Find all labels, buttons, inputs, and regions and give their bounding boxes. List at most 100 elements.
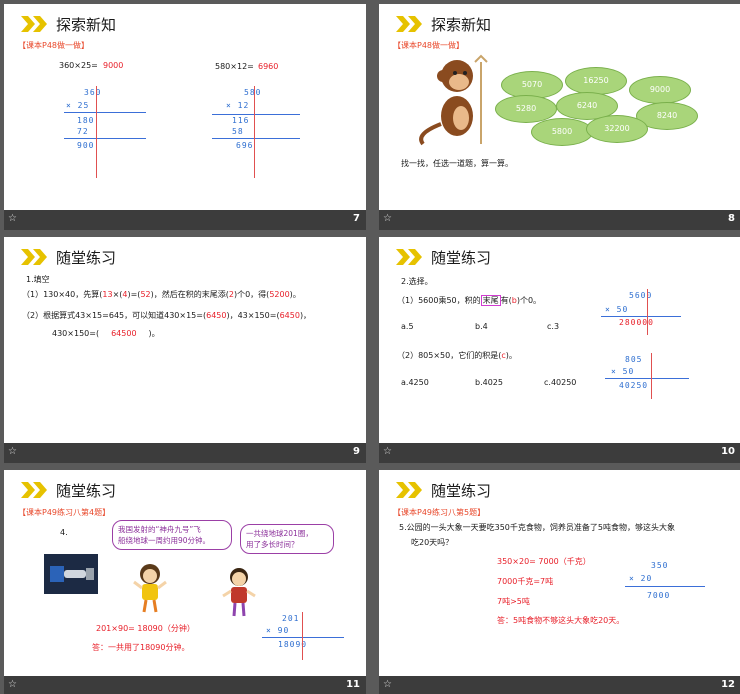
divider — [262, 637, 344, 638]
slide-7[interactable]: 探索新知 【课本P48做一做】 360×25= 9000 360 × 25 18… — [4, 4, 366, 210]
slide-title: 随堂练习 — [431, 482, 492, 500]
slide-footer: ☆ 9 — [4, 443, 366, 463]
problem1-answer: 9000 — [103, 61, 124, 70]
exercise-heading: 1.填空 — [26, 275, 50, 284]
chevron-title-icon — [396, 16, 422, 32]
slide-number: 7 — [353, 213, 360, 224]
boy-illustration — [222, 568, 256, 617]
calc-row: 900 — [77, 141, 95, 150]
problem2-expr: 580×12= — [215, 62, 254, 71]
answer-line: 答：一共用了18090分钟。 — [92, 643, 190, 652]
slide-number: 8 — [728, 213, 735, 224]
slide-title: 随堂练习 — [431, 249, 492, 267]
calc-row: 201 — [282, 614, 300, 623]
spaceship-image — [44, 554, 98, 594]
calc-row: 696 — [236, 141, 254, 150]
calc-row: 360 — [84, 88, 102, 97]
calc-row: 580 — [244, 88, 262, 97]
option-b[interactable]: b.4025 — [475, 378, 503, 387]
calc-result: 7000 — [647, 591, 671, 600]
calc-row: 805 — [625, 355, 643, 364]
slide-title: 随堂练习 — [56, 249, 117, 267]
exercise-heading: 2.选择。 — [401, 277, 433, 286]
slide-number: 10 — [721, 446, 735, 457]
chevron-title-icon — [21, 16, 47, 32]
slide-10[interactable]: 随堂练习 2.选择。 （1）5600乘50，积的 末尾 有(b)个0。 a.5 b.… — [379, 237, 740, 443]
girl-illustration — [133, 564, 167, 613]
slide-9[interactable]: 随堂练习 1.填空 （1）130×40，先算(13×(4)=(52)，然后在积的… — [4, 237, 366, 443]
calc-row: × 25 — [66, 101, 90, 110]
instruction-text: 找一找，任选一道题，算一算。 — [401, 159, 513, 168]
slide-footer: ☆ 8 — [379, 210, 740, 230]
divider — [605, 378, 689, 379]
calc-row: × 50 — [611, 367, 635, 376]
choice-question-1: （1）5600乘50，积的 末尾 有(b)个0。 — [397, 295, 542, 306]
number-leaf: 9000 — [629, 76, 691, 104]
divider — [64, 138, 146, 139]
calc-row: 5600 — [629, 291, 653, 300]
speech-bubble-1: 我国发射的“神舟九号”飞 船绕地球一周约用90分钟。 — [112, 520, 232, 550]
chevron-title-icon — [21, 482, 47, 498]
divider — [212, 138, 300, 139]
slide-number: 9 — [353, 446, 360, 457]
solution-step-3: 7吨>5吨 — [497, 597, 530, 606]
option-c[interactable]: c.40250 — [544, 378, 576, 387]
slide-footer: ☆ 7 — [4, 210, 366, 230]
slide-title: 探索新知 — [56, 16, 117, 34]
fill-blank-line-3: 430×150=(64500)。 — [52, 329, 160, 338]
calc-row: × 90 — [266, 626, 290, 635]
number-leaf: 32200 — [586, 115, 648, 143]
solution-step-1: 350×20= 7000（千克） — [497, 557, 591, 566]
option-c[interactable]: c.3 — [547, 322, 559, 331]
fill-blank-line-1: （1）130×40，先算(13×(4)=(52)，然后在积的末尾添(2)个0，得… — [22, 290, 301, 299]
calc-result: 280000 — [619, 318, 654, 327]
star-icon: ☆ — [383, 679, 392, 690]
slide-title: 探索新知 — [431, 16, 492, 34]
slide-number: 11 — [346, 679, 360, 690]
calc-row: 72 — [77, 127, 89, 136]
problem1-expr: 360×25= — [59, 61, 98, 70]
answer-line: 答：5吨食物不够这头大象吃20天。 — [497, 616, 625, 625]
star-icon: ☆ — [8, 446, 17, 457]
speech-bubble-2: 一共绕地球201圈， 用了多长时间？ — [240, 524, 334, 554]
calc-row: × 20 — [629, 574, 653, 583]
number-leaf: 16250 — [565, 67, 627, 95]
option-b[interactable]: b.4 — [475, 322, 488, 331]
zero-guide-line — [96, 86, 97, 178]
monkey-illustration — [419, 54, 488, 146]
divider — [64, 112, 146, 113]
slide-footer: ☆ 12 — [379, 676, 740, 694]
star-icon: ☆ — [383, 213, 392, 224]
slide-number: 12 — [721, 679, 735, 690]
textbook-tag: 【课本P48做一做】 — [18, 41, 90, 50]
chevron-title-icon — [396, 249, 422, 265]
zero-guide-line — [302, 612, 303, 660]
calc-row: 350 — [651, 561, 669, 570]
zero-guide-line — [647, 289, 648, 335]
calc-row: 58 — [232, 127, 244, 136]
textbook-tag: 【课本P49练习八第5题】 — [393, 508, 486, 517]
chevron-title-icon — [396, 482, 422, 498]
slide-footer: ☆ 11 — [4, 676, 366, 694]
slide-12[interactable]: 随堂练习 【课本P49练习八第5题】 5.公园的一头大象一天要吃350千克食物，… — [379, 470, 740, 676]
zero-guide-line — [651, 353, 652, 399]
question-number: 4. — [60, 528, 68, 537]
textbook-tag: 【课本P48做一做】 — [393, 41, 465, 50]
choice-question-2: （2）805×50，它们的积是(c)。 — [397, 351, 517, 360]
slide-title: 随堂练习 — [56, 482, 117, 500]
calc-result: 40250 — [619, 381, 649, 390]
option-a[interactable]: a.5 — [401, 322, 414, 331]
number-leaf: 5800 — [531, 118, 593, 146]
option-a[interactable]: a.4250 — [401, 378, 429, 387]
divider — [625, 586, 705, 587]
slide-8[interactable]: 探索新知 【课本P48做一做】 5070 16250 9000 5280 624… — [379, 4, 740, 210]
star-icon: ☆ — [383, 446, 392, 457]
slide-11[interactable]: 随堂练习 【课本P49练习八第4题】 4. 我国发射的“神舟九号”飞 船绕地球一… — [4, 470, 366, 676]
divider — [601, 316, 681, 317]
fill-blank-line-2: （2）根据算式43×15=645，可以知道430×15=(6450)，43×15… — [22, 311, 312, 320]
divider — [212, 114, 300, 115]
question-text-line-2: 吃20天吗？ — [411, 538, 454, 547]
problem2-answer: 6960 — [258, 62, 279, 71]
slide-footer: ☆ 10 — [379, 443, 740, 463]
star-icon: ☆ — [8, 213, 17, 224]
